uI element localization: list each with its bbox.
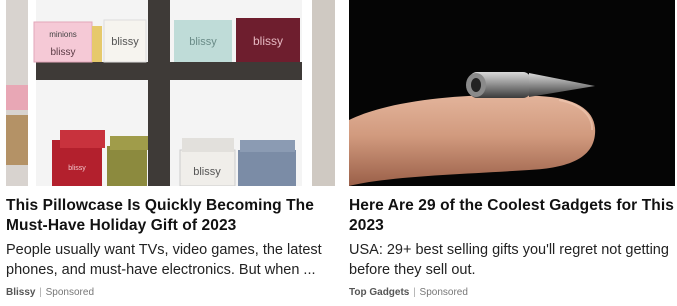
box-label-6: blissy <box>68 165 86 172</box>
box-label-5: blissy <box>193 166 221 178</box>
box-label-4: blissy <box>253 34 283 48</box>
ad-description[interactable]: People usually want TVs, video games, th… <box>6 240 335 280</box>
ad-headline[interactable]: Here Are 29 of the Coolest Gadgets for T… <box>349 196 675 236</box>
sponsored-label: Sponsored <box>419 287 468 298</box>
sponsored-label: Sponsored <box>45 287 95 298</box>
gadget-photo <box>349 0 675 186</box>
ad-source: Top Gadgets | Sponsored <box>349 286 675 300</box>
shelf-of-gift-boxes-image[interactable]: minions blissy blissy blissy blissy blis… <box>6 0 335 186</box>
ad-brand-name[interactable]: Blissy <box>6 287 35 298</box>
fingertip-with-metal-gadget-image[interactable] <box>349 0 675 186</box>
ad-source: Blissy | Sponsored <box>6 286 335 300</box>
ad-description[interactable]: USA: 29+ best selling gifts you'll regre… <box>349 240 675 280</box>
box-label-3: blissy <box>189 36 217 48</box>
source-separator: | <box>39 287 42 298</box>
source-separator: | <box>413 287 416 298</box>
box-label-1: blissy <box>50 47 75 58</box>
ad-card-blissy[interactable]: minions blissy blissy blissy blissy blis… <box>6 0 335 300</box>
ad-card-top-gadgets[interactable]: Here Are 29 of the Coolest Gadgets for T… <box>349 0 675 300</box>
box-label-2: blissy <box>111 36 139 48</box>
box-label-minions: minions <box>49 30 77 39</box>
ad-headline[interactable]: This Pillowcase Is Quickly Becoming The … <box>6 196 335 236</box>
shelf-photo: minions blissy blissy blissy blissy blis… <box>6 0 335 186</box>
ad-brand-name[interactable]: Top Gadgets <box>349 287 409 298</box>
